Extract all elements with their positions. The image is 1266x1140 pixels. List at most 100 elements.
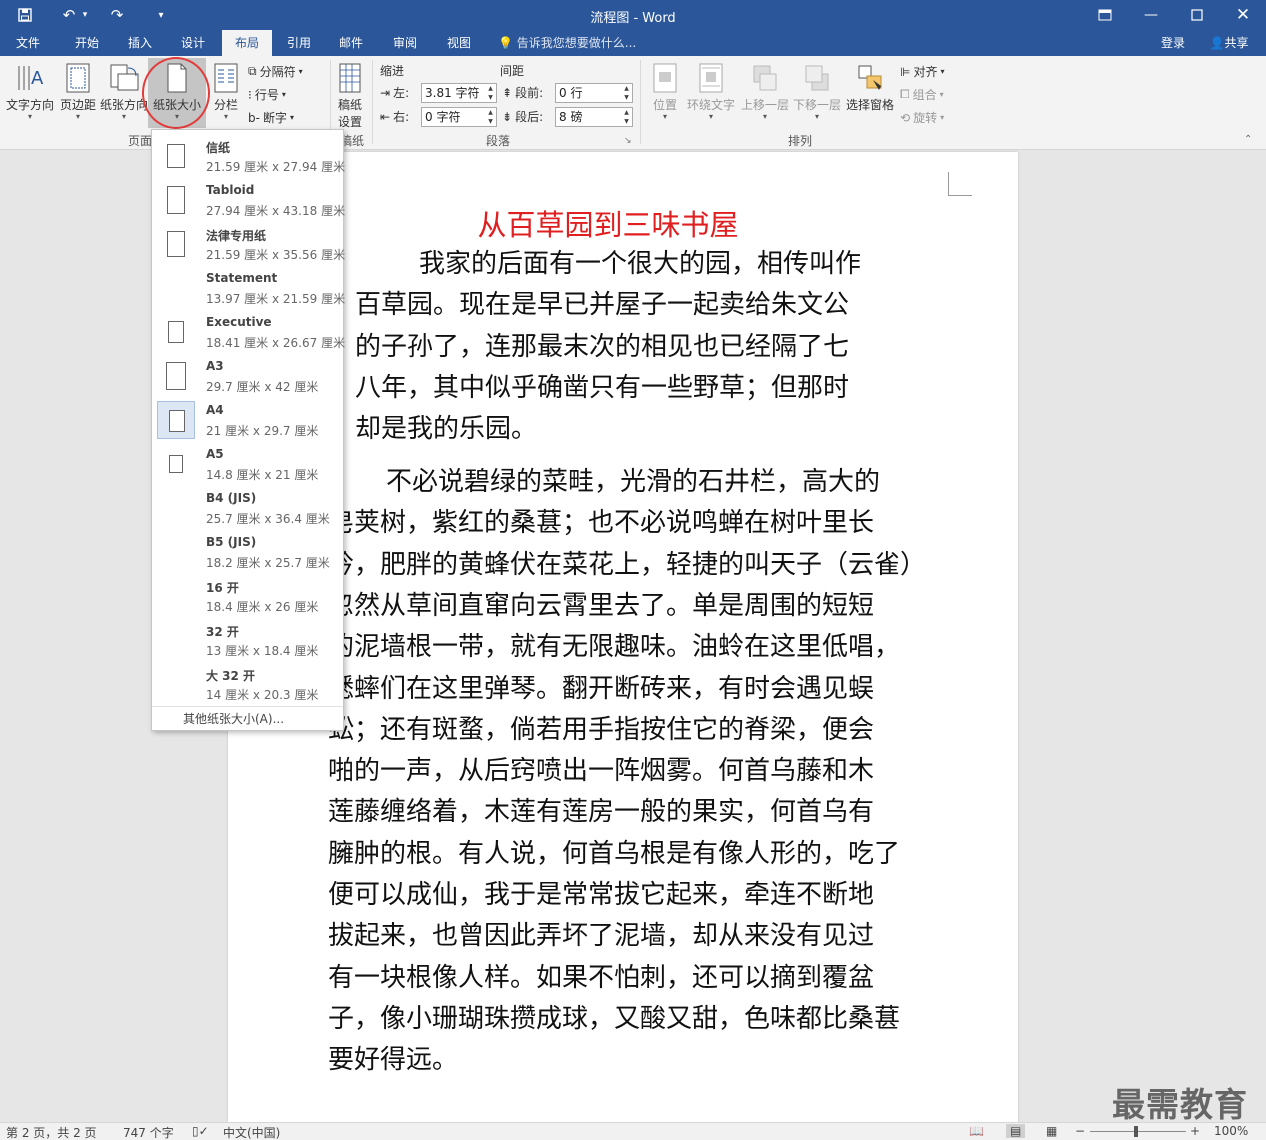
paper-size-item[interactable]: 32 开 13 厘米 x 18.4 厘米 (154, 618, 341, 662)
page-count[interactable]: 第 2 页，共 2 页 (6, 1124, 97, 1140)
tab-view[interactable]: 视图 (436, 30, 482, 56)
tab-layout[interactable]: 布局 (222, 30, 272, 56)
paragraph-dialog-launcher-icon[interactable]: ↘ (624, 136, 632, 146)
paper-size-item[interactable]: B5 (JIS) 18.2 厘米 x 25.7 厘米 (154, 530, 341, 574)
align-button[interactable]: ⊫ 对齐 ▾ (900, 63, 944, 80)
orientation-button[interactable]: 纸张方向 ▾ (100, 62, 148, 121)
indent-right-input[interactable]: 0 字符 ▲ ▼ (421, 107, 497, 127)
tell-me-search[interactable]: 💡 告诉我您想要做什么... (498, 30, 636, 56)
spinner-arrows-icon[interactable]: ▲ ▼ (485, 84, 496, 102)
bring-forward-label: 上移一层 (740, 98, 789, 112)
spinner-arrows-icon[interactable]: ▲ ▼ (485, 108, 496, 126)
indent-right-icon: ⇤ (380, 109, 391, 124)
paper-size-item[interactable]: Tabloid 27.94 厘米 x 43.18 厘米 (154, 178, 345, 222)
print-layout-icon[interactable]: ▤ (1006, 1124, 1026, 1138)
paper-size-item[interactable]: Executive 18.41 厘米 x 26.67 厘米 (154, 310, 345, 354)
read-mode-icon[interactable]: 📖 (969, 1124, 984, 1138)
columns-icon (214, 63, 238, 93)
ribbon-display-options-icon[interactable] (1082, 0, 1128, 30)
web-layout-icon[interactable]: ▦ (1046, 1124, 1057, 1138)
paper-size-item[interactable]: B4 (JIS) 25.7 厘米 x 36.4 厘米 (154, 486, 341, 530)
maximize-icon[interactable] (1174, 0, 1220, 30)
undo-dropdown-icon[interactable]: ▾ (78, 5, 92, 25)
wrap-text-button[interactable]: 环绕文字 ▾ (686, 62, 736, 121)
arrange-group-label: 排列 (788, 134, 813, 148)
zoom-slider-thumb[interactable] (1134, 1126, 1138, 1137)
tab-home[interactable]: 开始 (62, 30, 112, 56)
spacing-after-input[interactable]: 8 磅 ▲ ▼ (555, 107, 633, 127)
paper-size-item[interactable]: A5 14.8 厘米 x 21 厘米 (154, 442, 341, 486)
indent-left-input[interactable]: 3.81 字符 ▲ ▼ (421, 83, 497, 103)
separator (372, 60, 373, 144)
manuscript-settings-button[interactable]: 稿纸 设置 (334, 62, 366, 130)
paper-thumb (157, 137, 195, 175)
collapse-ribbon-icon[interactable]: ⌃ (1244, 134, 1252, 145)
align-icon: ⊫ (900, 64, 911, 79)
zoom-out-icon[interactable]: − (1075, 1124, 1085, 1138)
paper-size-item[interactable]: Statement 13.97 厘米 x 21.59 厘米 (154, 266, 345, 310)
document-page[interactable]: 从百草园到三味书屋 我家的后面有一个很大的园，相传叫作 百草园。现在是早已并屋子一… (228, 152, 1018, 1122)
text-line: 忽然从草间直窜向云霄里去了。单是周围的短短 (328, 590, 875, 621)
zoom-in-icon[interactable]: + (1190, 1124, 1200, 1138)
tab-file[interactable]: 文件 (6, 30, 50, 56)
tab-references[interactable]: 引用 (276, 30, 322, 56)
paper-size-item[interactable]: A3 29.7 厘米 x 42 厘米 (154, 354, 341, 398)
breaks-icon: ⧉ (248, 64, 257, 78)
paper-size-name: 32 开 (206, 625, 239, 639)
share-button[interactable]: 👤共享 (1200, 32, 1258, 54)
paper-size-item[interactable]: A4 21 厘米 x 29.7 厘米 (154, 398, 341, 442)
spinner-arrows-icon[interactable]: ▲ ▼ (621, 84, 632, 102)
paper-size-dims: 21.59 厘米 x 35.56 厘米 (206, 248, 346, 262)
line-numbers-button[interactable]: ⁝ 行号 ▾ (248, 86, 286, 103)
customize-icon[interactable]: ▾ (150, 5, 172, 25)
position-button[interactable]: 位置 ▾ (646, 62, 684, 121)
breaks-button[interactable]: ⧉ 分隔符 ▾ (248, 63, 303, 80)
size-label: 纸张大小 (152, 98, 201, 112)
text-line: 蟋蟀们在这里弹琴。翻开断砖来，有时会遇见蜈 (328, 673, 875, 704)
more-paper-sizes-item[interactable]: 其他纸张大小(A)... (152, 706, 343, 730)
text-direction-button[interactable]: A 文字方向 ▾ (4, 62, 56, 121)
paper-size-item[interactable]: 16 开 18.4 厘米 x 26 厘米 (154, 574, 341, 618)
paper-thumb (157, 577, 195, 615)
position-icon (653, 63, 677, 93)
language-indicator[interactable]: 中文(中国) (223, 1124, 280, 1140)
rotate-button[interactable]: ⟲ 旋转 ▾ (900, 109, 944, 126)
paper-size-dims: 13 厘米 x 18.4 厘米 (206, 644, 319, 658)
columns-button[interactable]: 分栏 ▾ (208, 62, 244, 121)
zoom-slider[interactable] (1090, 1131, 1186, 1132)
redo-icon[interactable]: ↷ (106, 5, 128, 25)
text-line: 却是我的乐园。 (355, 414, 538, 445)
zoom-level[interactable]: 100% (1214, 1124, 1248, 1138)
paper-size-item[interactable]: 法律专用纸 21.59 厘米 x 35.56 厘米 (154, 222, 345, 266)
paper-size-item[interactable]: 信纸 21.59 厘米 x 27.94 厘米 (154, 134, 345, 178)
group-button[interactable]: ⧠ 组合 ▾ (900, 86, 944, 103)
word-count[interactable]: 747 个字 (123, 1124, 174, 1140)
tab-insert[interactable]: 插入 (116, 30, 164, 56)
bring-forward-button[interactable]: 上移一层 ▾ (740, 62, 790, 121)
undo-icon[interactable]: ↶ (58, 5, 80, 25)
tab-mailings[interactable]: 邮件 (328, 30, 374, 56)
selection-pane-button[interactable]: 选择窗格 (844, 62, 896, 113)
page-setup-group-label: 页面 (128, 134, 153, 148)
paper-size-dims: 18.41 厘米 x 26.67 厘米 (206, 336, 346, 350)
save-icon[interactable] (14, 5, 36, 25)
minimize-icon[interactable]: — (1128, 0, 1174, 30)
proofing-icon[interactable]: ▯✓ (192, 1124, 209, 1138)
text-line: 拔起来，也曾因此弄坏了泥墙，却从来没有见过 (328, 921, 875, 952)
paper-size-item[interactable]: 大 32 开 14 厘米 x 20.3 厘米 (154, 662, 341, 706)
margins-button[interactable]: 页边距 ▾ (56, 62, 100, 121)
spacing-before-input[interactable]: 0 行 ▲ ▼ (555, 83, 633, 103)
send-backward-button[interactable]: 下移一层 ▾ (792, 62, 842, 121)
size-button[interactable]: 纸张大小 ▾ (148, 58, 206, 128)
close-icon[interactable]: ✕ (1220, 0, 1266, 30)
login-link[interactable]: 登录 (1161, 30, 1185, 56)
hyphenation-button[interactable]: b‑ 断字 ▾ (248, 109, 294, 126)
paper-size-icon (167, 63, 187, 93)
text-direction-label: 文字方向 (5, 98, 54, 112)
text-line: 蚣；还有斑蝥，倘若用手指按住它的脊梁，便会 (328, 714, 875, 745)
tab-review[interactable]: 审阅 (382, 30, 428, 56)
tab-design[interactable]: 设计 (170, 30, 216, 56)
separator (640, 60, 641, 144)
paper-thumb (157, 665, 195, 703)
spinner-arrows-icon[interactable]: ▲ ▼ (621, 108, 632, 126)
